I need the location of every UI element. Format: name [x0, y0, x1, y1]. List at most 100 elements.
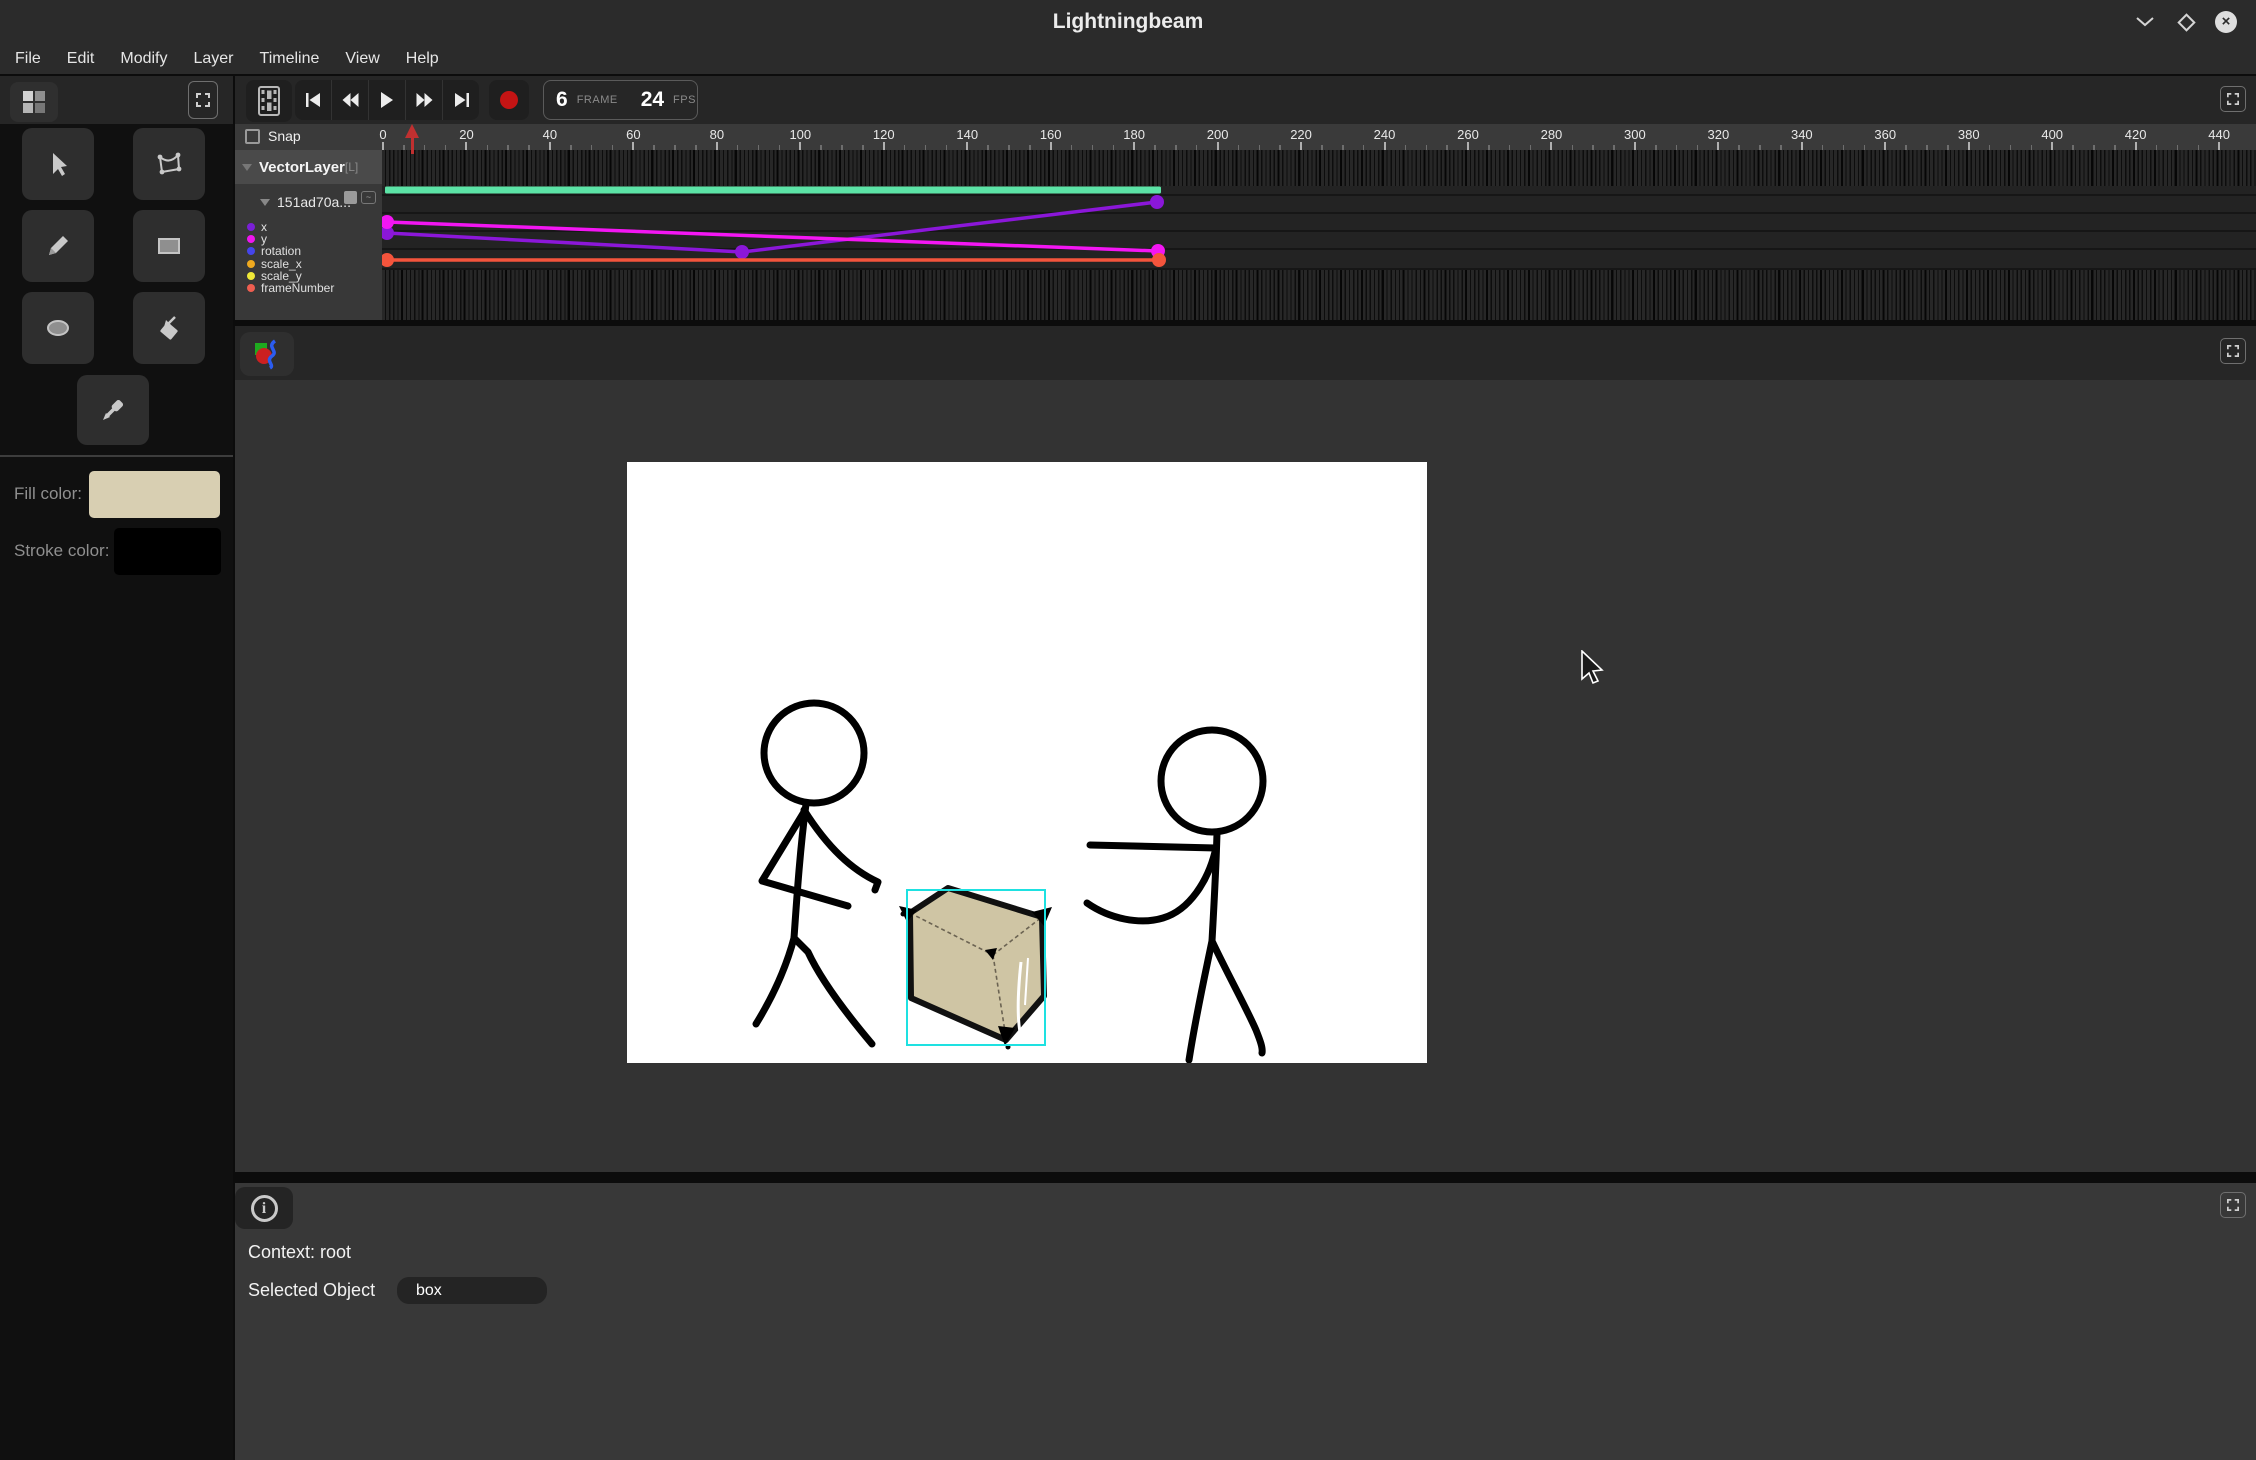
transform-icon: [154, 149, 184, 179]
menu-item-modify[interactable]: Modify: [107, 50, 180, 68]
ruler-tick-label: 280: [1541, 127, 1563, 142]
menu-item-layer[interactable]: Layer: [180, 50, 246, 68]
layer-row-vectorlayer[interactable]: VectorLayer [L]: [235, 150, 382, 184]
titlebar: Lightningbeam ×: [0, 0, 2256, 44]
property-row-frameNumber[interactable]: frameNumber: [247, 282, 334, 294]
ruler-tick-label: 40: [543, 127, 557, 142]
ruler-tick-major: [549, 142, 551, 150]
select-tool-button[interactable]: [22, 128, 94, 200]
property-row-scale_x[interactable]: scale_x: [247, 258, 302, 270]
ruler-tick-label: 380: [1958, 127, 1980, 142]
info-icon: i: [251, 1195, 278, 1222]
stick-figure-left[interactable]: [756, 703, 878, 1044]
record-button[interactable]: [489, 80, 529, 120]
object-id: 151ad70a...: [277, 194, 351, 210]
ruler-tick-major: [883, 142, 885, 150]
rewind-button[interactable]: [332, 80, 369, 120]
pencil-icon: [43, 231, 73, 261]
maximize-button[interactable]: [2180, 0, 2193, 44]
collapse-triangle-icon[interactable]: [260, 199, 270, 206]
stroke-color-swatch[interactable]: [114, 528, 221, 575]
play-button[interactable]: [369, 80, 406, 120]
canvas-header: [235, 326, 2256, 380]
drawing-canvas[interactable]: [627, 462, 1427, 1063]
sidebar-fullscreen-button[interactable]: [188, 81, 218, 119]
rectangle-tool-button[interactable]: [133, 210, 205, 282]
menu-item-file[interactable]: File: [2, 50, 54, 68]
selected-box[interactable]: [899, 888, 1052, 1050]
layer-curve-toggle[interactable]: ~: [361, 191, 376, 204]
eyedropper-icon: [98, 395, 128, 425]
close-button[interactable]: ×: [2215, 0, 2237, 44]
timeline-ruler[interactable]: Snap 02040608010012014016018020022024026…: [235, 124, 2256, 150]
fast-forward-button[interactable]: [406, 80, 443, 120]
layer-row-object[interactable]: 151ad70a...: [260, 194, 351, 210]
keyframe-x[interactable]: [735, 245, 749, 259]
film-library-button[interactable]: [246, 80, 292, 122]
collapse-triangle-icon[interactable]: [242, 164, 252, 171]
ruler-tick-label: 120: [873, 127, 895, 142]
scene-art-button[interactable]: [240, 332, 294, 376]
menu-bar: FileEditModifyLayerTimelineViewHelp: [0, 44, 2256, 76]
property-row-scale_y[interactable]: scale_y: [247, 270, 302, 282]
ruler-tick-major: [2218, 142, 2220, 150]
property-label: scale_x: [261, 258, 302, 270]
property-color-dot: [247, 247, 255, 255]
info-fullscreen-button[interactable]: [2220, 1192, 2246, 1218]
property-color-dot: [247, 260, 255, 268]
ellipse-tool-button[interactable]: [22, 292, 94, 364]
ruler-tick-label: 100: [789, 127, 811, 142]
transform-tool-button[interactable]: [133, 128, 205, 200]
pencil-tool-button[interactable]: [22, 210, 94, 282]
property-row-rotation[interactable]: rotation: [247, 245, 301, 257]
keyframe-y[interactable]: [382, 215, 394, 229]
layer-extent-bar[interactable]: [385, 187, 1161, 194]
ruler-tick-label: 180: [1123, 127, 1145, 142]
snap-checkbox[interactable]: [245, 129, 260, 144]
playhead[interactable]: [405, 124, 419, 138]
keyframe-x[interactable]: [1150, 195, 1164, 209]
fill-color-swatch[interactable]: [89, 471, 220, 518]
selected-object-field[interactable]: box: [397, 1277, 547, 1304]
minimize-button[interactable]: [2136, 0, 2154, 44]
ruler-tick-label: 0: [379, 127, 386, 142]
property-row-y[interactable]: y: [247, 233, 267, 245]
ruler-tick-major: [1634, 142, 1636, 150]
ellipse-icon: [43, 313, 73, 343]
skip-to-start-button[interactable]: [295, 80, 332, 120]
canvas-fullscreen-button[interactable]: [2220, 338, 2246, 364]
selected-object-label: Selected Object: [248, 1280, 375, 1301]
fast-forward-icon: [416, 93, 433, 107]
fps-label: FPS: [673, 94, 696, 106]
ruler-tick-major: [1884, 142, 1886, 150]
canvas-panel: [235, 326, 2256, 1172]
keyframe-frameNumber[interactable]: [1152, 253, 1166, 267]
paint-bucket-tool-button[interactable]: [133, 292, 205, 364]
menu-item-edit[interactable]: Edit: [54, 50, 108, 68]
stick-figure-right[interactable]: [1087, 730, 1263, 1060]
frame-fps-box[interactable]: 6 FRAME 24 FPS: [543, 80, 698, 120]
apps-grid-button[interactable]: [10, 82, 58, 122]
ruler-tick-label: 200: [1207, 127, 1229, 142]
ruler-tick-label: 440: [2208, 127, 2230, 142]
fullscreen-icon: [2227, 1199, 2239, 1211]
menu-item-view[interactable]: View: [332, 50, 392, 68]
context-label: Context: root: [248, 1242, 351, 1263]
ruler-tick-major: [1384, 142, 1386, 150]
keyframe-frameNumber[interactable]: [382, 253, 394, 267]
animation-curves[interactable]: [382, 150, 2256, 320]
info-button[interactable]: i: [235, 1187, 293, 1229]
skip-to-end-button[interactable]: [443, 80, 479, 120]
property-row-x[interactable]: x: [247, 221, 267, 233]
ruler-tick-label: 320: [1708, 127, 1730, 142]
ruler-tick-major: [1801, 142, 1803, 150]
ruler-tick-major: [1217, 142, 1219, 150]
window-title: Lightningbeam: [0, 0, 2256, 44]
property-color-dot: [247, 235, 255, 243]
timeline-fullscreen-button[interactable]: [2220, 86, 2246, 112]
ruler-tick-label: 220: [1290, 127, 1312, 142]
layer-visibility-toggle[interactable]: [344, 191, 357, 204]
menu-item-help[interactable]: Help: [393, 50, 452, 68]
menu-item-timeline[interactable]: Timeline: [247, 50, 333, 68]
eyedropper-tool-button[interactable]: [77, 375, 149, 445]
